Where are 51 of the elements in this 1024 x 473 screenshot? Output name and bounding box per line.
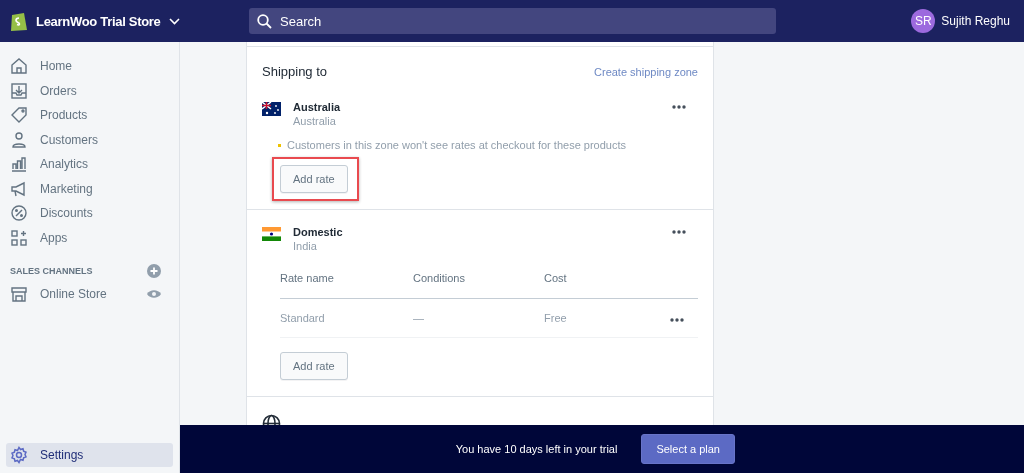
person-icon [10, 130, 28, 149]
more-actions-icon[interactable] [670, 318, 684, 322]
sidebar-item[interactable]: Home [6, 54, 173, 79]
shopping-bag-logo-icon [10, 10, 28, 32]
search-field[interactable]: Search [249, 8, 776, 34]
more-actions-icon[interactable] [672, 105, 686, 109]
sidebar-item[interactable]: Analytics [6, 152, 173, 177]
sidebar-item[interactable]: Products [6, 103, 173, 128]
store-name[interactable]: LearnWoo Trial Store [36, 13, 161, 29]
flag-icon [262, 102, 281, 116]
sidebar-item[interactable]: Orders [6, 78, 173, 103]
add-rate-button[interactable]: Add rate [280, 352, 348, 380]
table-cell: Standard [280, 312, 325, 324]
add-rate-button[interactable]: Add rate [280, 165, 348, 193]
sidebar-item[interactable]: Discounts [6, 201, 173, 226]
percent-badge-icon [10, 204, 28, 223]
trial-message: You have 10 days left in your trial [455, 443, 618, 455]
sidebar-item[interactable]: Marketing [6, 176, 173, 201]
more-actions-icon[interactable] [672, 230, 686, 234]
column-header: Rate name [280, 272, 334, 284]
sidebar-item[interactable]: Apps [6, 225, 173, 250]
select-plan-button[interactable]: Select a plan [641, 434, 735, 464]
chevron-down-icon[interactable] [168, 17, 180, 25]
sidebar-item[interactable]: Settings [6, 443, 173, 467]
storefront-icon [10, 285, 28, 304]
create-zone-link[interactable]: Create shipping zone [594, 65, 698, 78]
warning-text: Customers in this zone won't see rates at checkout for these products [287, 139, 626, 151]
flag-icon [262, 227, 281, 241]
zone-country: India [293, 240, 318, 252]
table-cell: Free [544, 312, 567, 324]
inbox-icon [10, 81, 28, 100]
house-icon [10, 57, 28, 76]
sidebar-item[interactable]: Customers [6, 127, 173, 152]
add-circle-icon[interactable] [147, 264, 161, 278]
table-cell: — [413, 312, 424, 324]
warning-bullet-icon [278, 143, 281, 147]
card-title: Shipping to [262, 64, 328, 79]
sidebar-item[interactable]: Online Store [6, 282, 173, 307]
tag-icon [10, 106, 28, 125]
gear-icon [10, 446, 28, 464]
column-header: Conditions [413, 272, 465, 284]
bar-chart-icon [10, 155, 28, 174]
zone-name: Domestic [293, 226, 344, 238]
column-header: Cost [544, 272, 567, 284]
user-name[interactable]: Sujith Reghu [941, 14, 1010, 28]
zone-name: Australia [293, 101, 342, 113]
apps-grid-icon [10, 228, 28, 247]
user-avatar[interactable]: SR [911, 9, 936, 33]
section-heading: SALES CHANNELS [10, 266, 93, 276]
megaphone-icon [10, 179, 28, 198]
zone-country: Australia [293, 115, 337, 127]
